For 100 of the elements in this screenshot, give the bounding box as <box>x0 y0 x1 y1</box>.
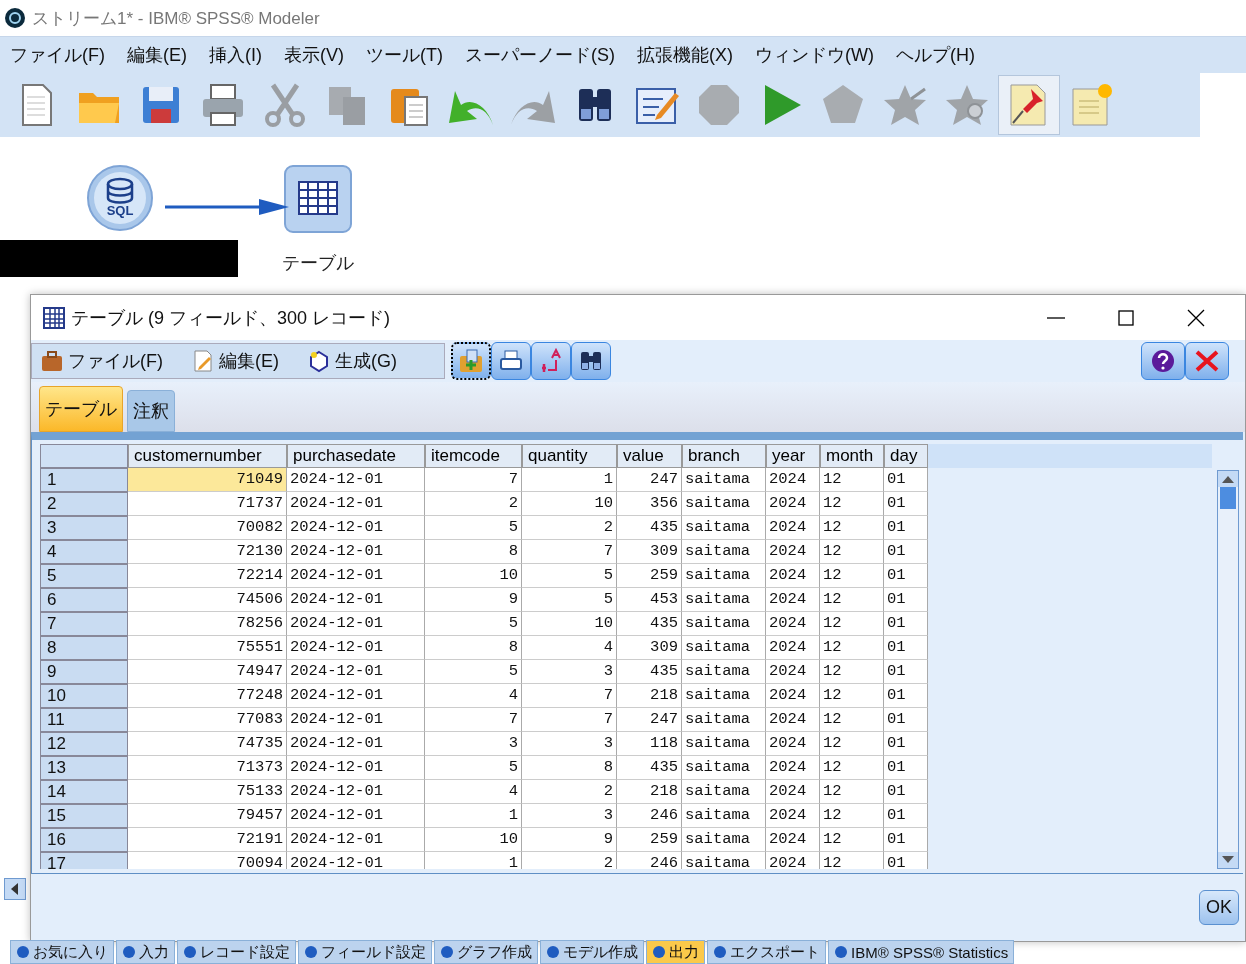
row-header[interactable]: 9 <box>40 660 128 684</box>
up-arrow-icon <box>1222 475 1234 483</box>
table-cell: 259 <box>617 564 682 588</box>
ok-button[interactable]: OK <box>1199 890 1239 925</box>
table-cell: 01 <box>884 780 928 804</box>
menu-item[interactable]: スーパーノード(S) <box>454 43 627 67</box>
row-header[interactable]: 12 <box>40 732 128 756</box>
column-header[interactable]: itemcode <box>425 444 522 468</box>
row-header[interactable]: 2 <box>40 492 128 516</box>
table-cell: 259 <box>617 828 682 852</box>
table-cell: 2024-12-01 <box>287 468 425 492</box>
table-cell: 5 <box>425 612 522 636</box>
column-header[interactable]: day <box>884 444 928 468</box>
category-icon <box>713 945 727 959</box>
table-cell: saitama <box>682 564 766 588</box>
row-header[interactable]: 10 <box>40 684 128 708</box>
dialog-menu-item[interactable]: 生成(G) <box>307 349 397 373</box>
menu-item[interactable]: ウィンドウ(W) <box>744 43 886 67</box>
row-header[interactable]: 14 <box>40 780 128 804</box>
category-icon <box>834 945 848 959</box>
table-cell: 01 <box>884 468 928 492</box>
table-cell: 435 <box>617 516 682 540</box>
column-header[interactable]: value <box>617 444 682 468</box>
row-header[interactable]: 7 <box>40 612 128 636</box>
row-header[interactable]: 8 <box>40 636 128 660</box>
palette-tab[interactable]: エクスポート <box>707 940 826 964</box>
palette-tab[interactable]: 入力 <box>116 940 175 964</box>
close-dialog-button[interactable] <box>1185 342 1229 380</box>
database-node-icon[interactable] <box>86 164 154 232</box>
tab[interactable]: 注釈 <box>127 390 175 432</box>
palette-tab[interactable]: IBM® SPSS® Statistics <box>828 940 1015 964</box>
table-cell: 01 <box>884 804 928 828</box>
dialog-menu-item[interactable]: 編集(E) <box>191 349 279 373</box>
column-header[interactable]: branch <box>682 444 766 468</box>
table-cell: 9 <box>522 828 617 852</box>
corner-header[interactable] <box>40 444 128 468</box>
dialog-menu-item[interactable]: ファイル(F) <box>40 349 163 373</box>
palette-tab[interactable]: 出力 <box>646 940 705 964</box>
menu-item[interactable]: ファイル(F) <box>0 43 117 67</box>
column-header[interactable]: customernumber <box>128 444 287 468</box>
scroll-left-button[interactable] <box>4 878 26 900</box>
scroll-thumb[interactable] <box>1220 487 1236 509</box>
table-cell: saitama <box>682 756 766 780</box>
table-cell: 2024 <box>766 636 820 660</box>
table-cell: 9 <box>425 588 522 612</box>
row-header[interactable]: 13 <box>40 756 128 780</box>
menu-item[interactable]: 編集(E) <box>117 43 199 67</box>
palette-tab[interactable]: グラフ作成 <box>434 940 538 964</box>
row-header[interactable]: 17 <box>40 852 128 869</box>
category-icon <box>183 945 197 959</box>
table-cell: 118 <box>617 732 682 756</box>
print-button[interactable] <box>491 342 531 380</box>
menu-item[interactable]: ツール(T) <box>356 43 455 67</box>
toolbar-pin-button[interactable] <box>998 75 1060 135</box>
vertical-scrollbar[interactable] <box>1217 470 1239 869</box>
palette-tab[interactable]: フィールド設定 <box>298 940 432 964</box>
column-header[interactable]: quantity <box>522 444 617 468</box>
table-cell: 01 <box>884 708 928 732</box>
table-cell: 12 <box>820 828 884 852</box>
table-cell: 356 <box>617 492 682 516</box>
find-button[interactable] <box>571 342 611 380</box>
palette-tab[interactable]: お気に入り <box>10 940 114 964</box>
palette-tab[interactable]: モデル作成 <box>540 940 644 964</box>
sort-button[interactable] <box>531 342 571 380</box>
table-cell: 2 <box>522 780 617 804</box>
column-header[interactable]: month <box>820 444 884 468</box>
row-header[interactable]: 16 <box>40 828 128 852</box>
menu-item[interactable]: 表示(V) <box>274 43 356 67</box>
row-header[interactable]: 15 <box>40 804 128 828</box>
table-cell: 7 <box>425 468 522 492</box>
table-cell: 2024 <box>766 612 820 636</box>
help-button[interactable] <box>1141 342 1185 380</box>
table-cell: 7 <box>522 708 617 732</box>
table-cell: saitama <box>682 684 766 708</box>
app-logo-icon <box>4 7 26 29</box>
down-arrow-icon <box>1222 856 1234 864</box>
table-cell: 75133 <box>128 780 287 804</box>
row-header[interactable]: 3 <box>40 516 128 540</box>
table-cell: 12 <box>820 732 884 756</box>
palette-tab[interactable]: レコード設定 <box>177 940 296 964</box>
column-header[interactable]: purchasedate <box>287 444 425 468</box>
table-cell: 70082 <box>128 516 287 540</box>
table-node-icon[interactable] <box>284 165 352 233</box>
table-cell: 12 <box>820 684 884 708</box>
table-cell: 2024 <box>766 852 820 869</box>
add-to-stream-button[interactable] <box>451 342 491 380</box>
table-cell: 2024-12-01 <box>287 564 425 588</box>
row-header[interactable]: 1 <box>40 468 128 492</box>
row-header[interactable]: 6 <box>40 588 128 612</box>
row-header[interactable]: 4 <box>40 540 128 564</box>
menu-item[interactable]: ヘルプ(H) <box>885 43 987 67</box>
row-header[interactable]: 5 <box>40 564 128 588</box>
menu-item[interactable]: 挿入(I) <box>199 43 274 67</box>
column-header[interactable]: year <box>766 444 820 468</box>
table-cell: 74506 <box>128 588 287 612</box>
row-header[interactable]: 11 <box>40 708 128 732</box>
tab[interactable]: テーブル <box>39 386 123 432</box>
table-cell: saitama <box>682 516 766 540</box>
menu-item[interactable]: 拡張機能(X) <box>626 43 745 67</box>
category-icon <box>304 945 318 959</box>
